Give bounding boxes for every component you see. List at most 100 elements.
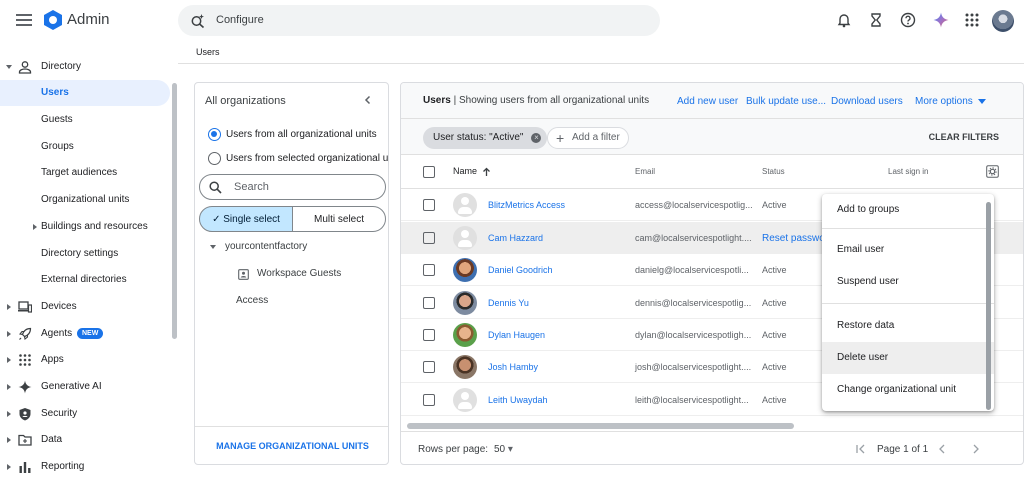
user-photo-avatar: [453, 355, 477, 379]
single-select-button[interactable]: ✓ Single select: [199, 206, 293, 232]
help-icon[interactable]: [900, 12, 916, 28]
search-input[interactable]: Configure: [216, 14, 264, 26]
sidebar-item-directory[interactable]: Directory: [0, 54, 170, 80]
row-checkbox[interactable]: [423, 232, 435, 244]
notifications-bell-icon[interactable]: [836, 12, 852, 28]
menu-item-add-to-groups[interactable]: Add to groups: [822, 194, 994, 226]
radio-selected-units-label[interactable]: Users from selected organizational units: [226, 153, 388, 164]
account-avatar[interactable]: [992, 10, 1014, 32]
user-name-link[interactable]: Dennis Yu: [488, 298, 529, 308]
column-settings-gear-icon[interactable]: [986, 165, 999, 178]
row-checkbox[interactable]: [423, 297, 435, 309]
radio-all-units-label[interactable]: Users from all organizational units: [226, 129, 377, 140]
column-header-name[interactable]: Name: [453, 166, 477, 176]
collapse-panel-chevron-icon[interactable]: [363, 95, 373, 105]
sidebar-item-groups[interactable]: Groups: [0, 134, 170, 160]
sidebar-item-apps[interactable]: Apps: [0, 347, 170, 373]
previous-page-icon[interactable]: [938, 444, 946, 454]
next-page-icon[interactable]: [972, 444, 980, 454]
table-header: Name Email Status Last sign in: [401, 155, 1023, 189]
first-page-icon[interactable]: [856, 444, 867, 454]
sidebar-item-external-directories[interactable]: External directories: [0, 267, 170, 293]
menu-item-change-org-unit[interactable]: Change organizational unit: [822, 374, 994, 406]
row-checkbox[interactable]: [423, 329, 435, 341]
sidebar-item-directory-settings[interactable]: Directory settings: [0, 241, 170, 267]
sidebar-item-generative-ai[interactable]: Generative AI: [0, 374, 170, 400]
sidebar-item-agents[interactable]: Agents NEW: [0, 321, 170, 347]
column-header-last-sign-in[interactable]: Last sign in: [888, 167, 928, 176]
user-photo-avatar: [453, 323, 477, 347]
row-checkbox[interactable]: [423, 361, 435, 373]
download-users-link[interactable]: Download users: [831, 96, 903, 107]
apps-grid-icon[interactable]: [964, 12, 980, 28]
sidebar-item-security[interactable]: Security: [0, 401, 170, 427]
filter-bar: User status: "Active" × + Add a filter C…: [401, 119, 1023, 155]
hourglass-tasks-icon[interactable]: [868, 12, 884, 28]
menu-item-restore-data[interactable]: Restore data: [822, 310, 994, 342]
default-avatar-icon: [453, 226, 477, 250]
page-indicator: Page 1 of 1: [877, 444, 929, 455]
remove-filter-icon[interactable]: ×: [531, 133, 542, 143]
manage-org-units-link[interactable]: MANAGE ORGANIZATIONAL UNITS: [195, 441, 388, 451]
folder-icon: [18, 433, 32, 447]
add-filter-button[interactable]: + Add a filter: [547, 127, 629, 149]
multi-select-button[interactable]: Multi select: [292, 206, 386, 232]
clear-filters-button[interactable]: CLEAR FILTERS: [929, 132, 999, 142]
users-panel-header: Users | Showing users from all organizat…: [401, 83, 1023, 119]
rocket-icon: [18, 327, 32, 341]
menu-item-suspend-user[interactable]: Suspend user: [822, 266, 994, 298]
user-name-link[interactable]: Daniel Goodrich: [488, 265, 553, 275]
tree-root-org[interactable]: yourcontentfactory: [225, 241, 307, 252]
radio-selected-units[interactable]: [208, 152, 221, 165]
user-status-filter-chip[interactable]: User status: "Active" ×: [423, 127, 548, 149]
radio-all-units[interactable]: [208, 128, 221, 141]
check-icon: ✓: [212, 214, 221, 225]
users-panel-title: Users | Showing users from all organizat…: [423, 95, 649, 106]
add-new-user-link[interactable]: Add new user: [677, 96, 738, 107]
sidebar-item-target-audiences[interactable]: Target audiences: [0, 160, 170, 186]
tree-access[interactable]: Access: [236, 295, 268, 306]
row-checkbox[interactable]: [423, 199, 435, 211]
sidebar-item-buildings-resources[interactable]: Buildings and resources: [0, 214, 170, 240]
sidebar-item-reporting[interactable]: Reporting: [0, 454, 170, 480]
menu-item-delete-user[interactable]: Delete user: [822, 342, 994, 374]
column-header-email[interactable]: Email: [635, 167, 655, 176]
main-menu-icon[interactable]: [16, 13, 32, 27]
app-title[interactable]: Admin: [67, 11, 110, 28]
gemini-sparkle-icon[interactable]: [933, 12, 949, 28]
org-panel-title: All organizations: [205, 95, 286, 107]
search-bar[interactable]: Configure: [178, 5, 660, 36]
user-name-link[interactable]: Leith Uwaydah: [488, 395, 548, 405]
default-avatar-icon: [453, 388, 477, 412]
admin-logo-icon[interactable]: [43, 9, 63, 31]
rows-per-page-value: 50: [494, 444, 506, 455]
breadcrumb: Users: [178, 42, 1024, 64]
filter-chip-label: User status: "Active": [433, 132, 524, 143]
sidebar-item-data[interactable]: Data: [0, 427, 170, 453]
sidebar-item-organizational-units[interactable]: Organizational units: [0, 187, 170, 213]
row-checkbox[interactable]: [423, 394, 435, 406]
org-search-input[interactable]: Search: [199, 174, 386, 200]
sidebar-item-users[interactable]: Users: [0, 80, 170, 106]
tree-expand-caret-icon[interactable]: [210, 245, 216, 249]
user-name-link[interactable]: Dylan Haugen: [488, 330, 545, 340]
user-name-link[interactable]: Cam Hazzard: [488, 233, 543, 243]
user-email: danielg@localservicespotli...: [635, 265, 749, 275]
menu-item-email-user[interactable]: Email user: [822, 234, 994, 266]
column-header-status[interactable]: Status: [762, 167, 785, 176]
sidebar-item-devices[interactable]: Devices: [0, 294, 170, 320]
user-photo-avatar: [453, 258, 477, 282]
row-checkbox[interactable]: [423, 264, 435, 276]
bulk-update-users-link[interactable]: Bulk update use...: [746, 96, 826, 107]
tree-workspace-guests[interactable]: Workspace Guests: [257, 268, 341, 279]
user-name-link[interactable]: Josh Hamby: [488, 362, 538, 372]
more-options-link[interactable]: More options: [915, 96, 986, 107]
select-all-checkbox[interactable]: [423, 166, 435, 178]
sidebar-item-guests[interactable]: Guests: [0, 107, 170, 133]
sidebar-scrollbar[interactable]: [172, 83, 177, 339]
user-name-link[interactable]: BlitzMetrics Access: [488, 200, 565, 210]
sort-ascending-icon[interactable]: [482, 167, 491, 177]
table-horizontal-scrollbar[interactable]: [407, 423, 794, 429]
rows-per-page-select[interactable]: 50 ▾: [494, 444, 513, 455]
menu-scrollbar[interactable]: [986, 202, 991, 410]
